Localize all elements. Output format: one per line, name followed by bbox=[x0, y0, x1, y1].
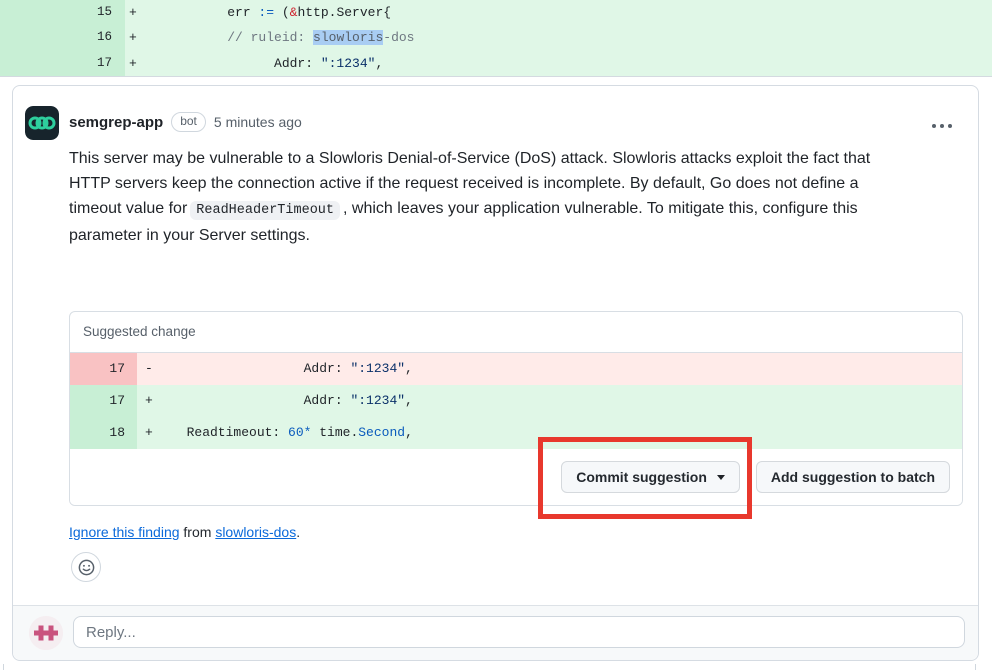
finding-links: Ignore this finding from slowloris-dos. bbox=[69, 524, 300, 540]
body-line: parameter in your Server settings. bbox=[69, 223, 870, 248]
kebab-menu-icon bbox=[932, 124, 936, 128]
diff-code: err := (&http.Server{ bbox=[157, 0, 992, 25]
diff-sign: + bbox=[125, 51, 157, 76]
suggestion-diff: 17- Addr: ":1234",17+ Addr: ":1234",18+ … bbox=[70, 353, 962, 449]
body-line: timeout value forReadHeaderTimeout, whic… bbox=[69, 196, 870, 223]
code-segment: This server may be vulnerable to a Slowl… bbox=[69, 150, 870, 167]
code-segment: -dos bbox=[383, 30, 414, 45]
diff-sign: + bbox=[137, 385, 171, 417]
diff-code: // ruleid: slowloris-dos bbox=[157, 25, 992, 50]
suggested-change-block: Suggested change 17- Addr: ":1234",17+ A… bbox=[69, 311, 963, 506]
code-segment: Second bbox=[358, 425, 405, 440]
diff-code: Addr: ":1234", bbox=[157, 51, 992, 76]
diff-sign: + bbox=[137, 417, 171, 449]
line-number: 17 bbox=[70, 385, 137, 417]
diff-sign: + bbox=[125, 25, 157, 50]
reply-bar bbox=[13, 605, 978, 660]
bot-badge: bot bbox=[171, 112, 206, 132]
next-container-border bbox=[3, 664, 4, 670]
diff-row: 17+ Addr: ":1234", bbox=[0, 51, 992, 76]
diff-row: 16+ // ruleid: slowloris-dos bbox=[0, 25, 992, 50]
reply-avatar bbox=[29, 616, 63, 650]
suggested-change-title: Suggested change bbox=[70, 312, 962, 353]
timestamp-link[interactable]: 5 minutes ago bbox=[214, 114, 302, 130]
review-comment-card: semgrep-app bot 5 minutes ago This serve… bbox=[12, 85, 979, 661]
code-segment: // ruleid: bbox=[227, 30, 313, 45]
author-link[interactable]: semgrep-app bbox=[69, 114, 163, 131]
chevron-down-icon bbox=[717, 475, 725, 484]
code-segment: timeout value for bbox=[69, 200, 187, 217]
line-number[interactable]: 15 bbox=[0, 0, 125, 25]
suggestion-footer: Commit suggestion Add suggestion to batc… bbox=[70, 449, 962, 505]
diff-row: 17+ Addr: ":1234", bbox=[70, 385, 962, 417]
add-reaction-button[interactable] bbox=[71, 552, 101, 582]
code-segment: HTTP servers keep the connection active … bbox=[69, 175, 858, 192]
diff-row: 15+ err := (&http.Server{ bbox=[0, 0, 992, 25]
commit-suggestion-label: Commit suggestion bbox=[576, 469, 707, 485]
line-number: 18 bbox=[70, 417, 137, 449]
reply-input[interactable] bbox=[73, 616, 965, 648]
code-segment: ":1234" bbox=[350, 361, 405, 376]
finding-period: . bbox=[296, 524, 300, 540]
code-segment: , bbox=[405, 393, 413, 408]
diff-sign: - bbox=[137, 353, 171, 385]
line-number: 17 bbox=[70, 353, 137, 385]
code-segment: , bbox=[375, 56, 383, 71]
semgrep-app-avatar bbox=[25, 106, 59, 140]
ignore-finding-link[interactable]: Ignore this finding bbox=[69, 524, 180, 540]
commit-suggestion-button[interactable]: Commit suggestion bbox=[561, 461, 740, 493]
code-segment: err bbox=[157, 5, 258, 20]
identicon-icon bbox=[29, 616, 63, 650]
kebab-menu-icon bbox=[948, 124, 952, 128]
code-segment: ( bbox=[274, 5, 290, 20]
code-segment: , bbox=[405, 425, 413, 440]
diff-context: 15+ err := (&http.Server{16+ // ruleid: … bbox=[0, 0, 992, 77]
code-segment: time. bbox=[311, 425, 358, 440]
finding-from-text: from bbox=[180, 524, 216, 540]
code-segment: , bbox=[405, 361, 413, 376]
code-segment: slowloris bbox=[313, 30, 383, 45]
code-segment: Addr: bbox=[157, 56, 321, 71]
diff-row: 17- Addr: ":1234", bbox=[70, 353, 962, 385]
code-segment: 60* bbox=[288, 425, 311, 440]
line-number[interactable]: 16 bbox=[0, 25, 125, 50]
add-suggestion-to-batch-button[interactable]: Add suggestion to batch bbox=[756, 461, 950, 493]
diff-code: Addr: ":1234", bbox=[171, 385, 962, 417]
comment-header: semgrep-app bot 5 minutes ago bbox=[69, 112, 302, 132]
diff-sign: + bbox=[125, 0, 157, 25]
diff-code: Addr: ":1234", bbox=[171, 353, 962, 385]
code-segment: ":1234" bbox=[350, 393, 405, 408]
code-segment: ReadHeaderTimeout bbox=[190, 201, 340, 220]
body-line: HTTP servers keep the connection active … bbox=[69, 171, 870, 196]
next-container-border bbox=[975, 664, 976, 670]
code-segment: parameter in your Server settings. bbox=[69, 227, 310, 244]
code-segment: := bbox=[258, 5, 274, 20]
rule-link[interactable]: slowloris-dos bbox=[215, 524, 296, 540]
code-segment: , which leaves your application vulnerab… bbox=[343, 200, 858, 217]
code-segment: Addr: bbox=[171, 361, 350, 376]
code-segment: ":1234" bbox=[321, 56, 376, 71]
code-segment: http.Server{ bbox=[297, 5, 391, 20]
code-segment bbox=[157, 30, 227, 45]
smiley-icon bbox=[78, 559, 95, 576]
diff-code: Readtimeout: 60* time.Second, bbox=[171, 417, 962, 449]
body-line: This server may be vulnerable to a Slowl… bbox=[69, 146, 870, 171]
comment-options-button[interactable] bbox=[928, 120, 956, 132]
add-suggestion-label: Add suggestion to batch bbox=[771, 469, 935, 485]
line-number[interactable]: 17 bbox=[0, 51, 125, 76]
kebab-menu-icon bbox=[940, 124, 944, 128]
diff-row: 18+ Readtimeout: 60* time.Second, bbox=[70, 417, 962, 449]
code-segment: Readtimeout: bbox=[171, 425, 288, 440]
semgrep-logo-icon bbox=[25, 106, 59, 140]
code-segment: Addr: bbox=[171, 393, 350, 408]
comment-body: This server may be vulnerable to a Slowl… bbox=[69, 146, 870, 248]
